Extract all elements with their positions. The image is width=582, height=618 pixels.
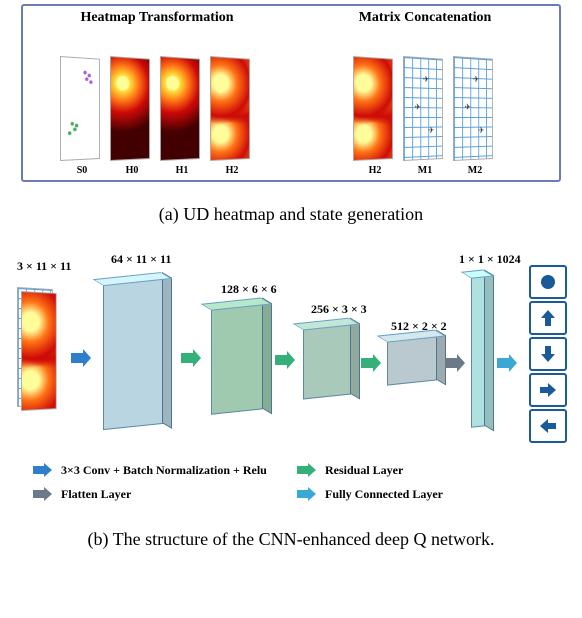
action-right-icon bbox=[529, 373, 567, 407]
arrow-residual-3 bbox=[359, 352, 381, 374]
subpanel-matrix-concatenation: Matrix Concatenation H2 ✈ ✈ ✈ bbox=[295, 10, 555, 176]
caption-a: (a) UD heatmap and state generation bbox=[0, 204, 582, 225]
action-left-icon bbox=[529, 409, 567, 443]
actions-column bbox=[529, 265, 563, 443]
dim-c1: 64 × 11 × 11 bbox=[111, 252, 171, 267]
conv-block-4 bbox=[387, 336, 437, 385]
svg-text:✈: ✈ bbox=[464, 102, 471, 111]
dim-input: 3 × 11 × 11 bbox=[17, 259, 71, 274]
architecture-row: 3 × 11 × 11 ✈ ✈ ✈ 64 × 11 × 11 bbox=[11, 237, 571, 457]
label-H0: H0 bbox=[126, 165, 139, 176]
heatmap-coarse-icon bbox=[210, 56, 250, 161]
arrow-fc bbox=[495, 352, 517, 374]
legend-residual-label: Residual Layer bbox=[325, 463, 551, 478]
legend-conv-label: 3×3 Conv + Batch Normalization + Relu bbox=[61, 463, 287, 478]
arrow-flatten bbox=[443, 352, 465, 374]
label-M1: M1 bbox=[418, 165, 432, 176]
legend-fc-label: Fully Connected Layer bbox=[325, 487, 551, 502]
action-up-icon bbox=[529, 301, 567, 335]
action-stay-icon bbox=[529, 265, 567, 299]
label-S0: S0 bbox=[77, 165, 88, 176]
label-M2: M2 bbox=[468, 165, 482, 176]
figure-container: Heatmap Transformation bbox=[0, 0, 582, 566]
heatmap-icon bbox=[110, 56, 150, 161]
input-thumb: ✈ ✈ ✈ bbox=[17, 287, 61, 417]
scatter-plot-icon bbox=[60, 56, 100, 161]
dim-c3: 256 × 3 × 3 bbox=[311, 302, 367, 317]
dim-fc: 1 × 1 × 1024 bbox=[459, 252, 521, 267]
panel-b: 3 × 11 × 11 ✈ ✈ ✈ 64 × 11 × 11 bbox=[11, 237, 571, 507]
svg-text:✈: ✈ bbox=[414, 102, 421, 111]
grid-matrix-icon: ✈ ✈ ✈ bbox=[453, 56, 493, 161]
heatmap-coarse-icon bbox=[21, 291, 57, 411]
fc-block bbox=[471, 276, 485, 427]
conv-block-3 bbox=[303, 324, 351, 399]
tile-H2-right: H2 bbox=[351, 56, 399, 176]
svg-text:✈: ✈ bbox=[473, 75, 479, 84]
heatmap-coarse-icon bbox=[353, 56, 393, 161]
legend-conv-icon bbox=[31, 461, 53, 479]
grid-matrix-icon: ✈ ✈ ✈ bbox=[403, 56, 443, 161]
heatmap-row-left: S0 H0 H1 H2 bbox=[27, 26, 287, 176]
action-down-icon bbox=[529, 337, 567, 371]
svg-text:✈: ✈ bbox=[478, 126, 484, 135]
subpanel-title-left: Heatmap Transformation bbox=[80, 10, 233, 26]
legend-flatten-label: Flatten Layer bbox=[61, 487, 287, 502]
arrow-residual-2 bbox=[273, 349, 295, 371]
tile-H1: H1 bbox=[158, 56, 206, 176]
conv-block-1 bbox=[103, 279, 163, 430]
panel-a: Heatmap Transformation bbox=[21, 4, 561, 182]
label-H1: H1 bbox=[176, 165, 189, 176]
conv-block-2 bbox=[211, 304, 263, 414]
arrow-conv-1 bbox=[69, 347, 91, 369]
arrow-residual-1 bbox=[179, 347, 201, 369]
heatmap-row-right: H2 ✈ ✈ ✈ M1 bbox=[295, 26, 555, 176]
heatmap-icon bbox=[160, 56, 200, 161]
tile-M1: ✈ ✈ ✈ M1 bbox=[401, 56, 449, 176]
subpanel-heatmap-transformation: Heatmap Transformation bbox=[27, 10, 287, 176]
caption-b: (b) The structure of the CNN-enhanced de… bbox=[0, 529, 582, 550]
panel-a-box: Heatmap Transformation bbox=[21, 4, 561, 182]
label-H2-right: H2 bbox=[369, 165, 382, 176]
svg-text:✈: ✈ bbox=[428, 126, 434, 135]
label-H2-left: H2 bbox=[226, 165, 239, 176]
legend-residual-icon bbox=[295, 461, 317, 479]
subpanel-title-right: Matrix Concatenation bbox=[359, 10, 492, 26]
legend-fc-icon bbox=[295, 485, 317, 503]
tile-H0: H0 bbox=[108, 56, 156, 176]
tile-S0: S0 bbox=[58, 56, 106, 176]
tile-H2-left: H2 bbox=[208, 56, 256, 176]
legend-flatten-icon bbox=[31, 485, 53, 503]
dim-c2: 128 × 6 × 6 bbox=[221, 282, 277, 297]
svg-text:✈: ✈ bbox=[423, 75, 429, 84]
tile-M2: ✈ ✈ ✈ M2 bbox=[451, 56, 499, 176]
legend: 3×3 Conv + Batch Normalization + Relu Re… bbox=[11, 457, 571, 507]
